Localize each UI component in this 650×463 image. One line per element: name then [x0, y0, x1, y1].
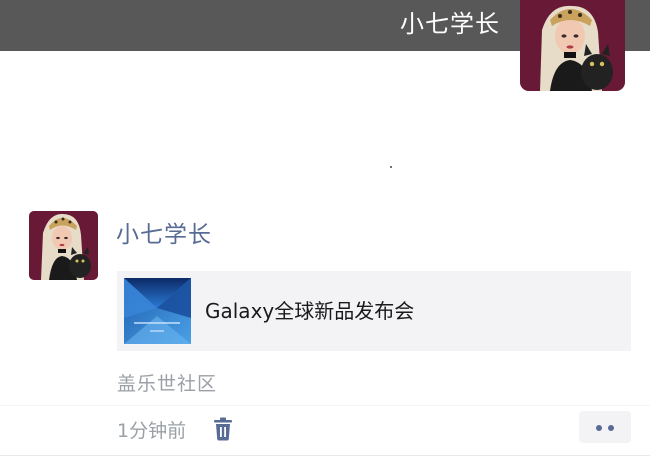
avatar-illustration — [520, 0, 625, 91]
share-card-title: Galaxy全球新品发布会 — [205, 299, 415, 323]
post-source-link[interactable]: 盖乐世社区 — [117, 371, 217, 397]
share-thumbnail — [124, 278, 191, 344]
more-dots-button[interactable] — [579, 411, 631, 443]
avatar-illustration — [29, 211, 98, 280]
post-author-name[interactable]: 小七学长 — [116, 220, 212, 250]
post-timestamp: 1分钟前 — [117, 420, 187, 442]
shared-link-card[interactable]: Galaxy全球新品发布会 — [117, 271, 631, 351]
cover-username[interactable]: 小七学长 — [400, 9, 500, 39]
trash-icon-glyph — [214, 417, 232, 441]
moments-page: 小七学长 小七学长 Galaxy全球新品发布会 盖乐世社区 1分钟前 — [0, 0, 650, 463]
more-dots-icon — [608, 425, 614, 431]
post-avatar[interactable] — [29, 211, 98, 280]
post-divider — [0, 455, 650, 456]
stray-dot — [390, 166, 392, 168]
trash-icon[interactable] — [212, 417, 234, 441]
section-divider — [0, 405, 650, 406]
galaxy-thumbnail-image — [124, 278, 191, 344]
cover-avatar[interactable] — [520, 0, 625, 91]
more-dots-icon — [596, 425, 602, 431]
